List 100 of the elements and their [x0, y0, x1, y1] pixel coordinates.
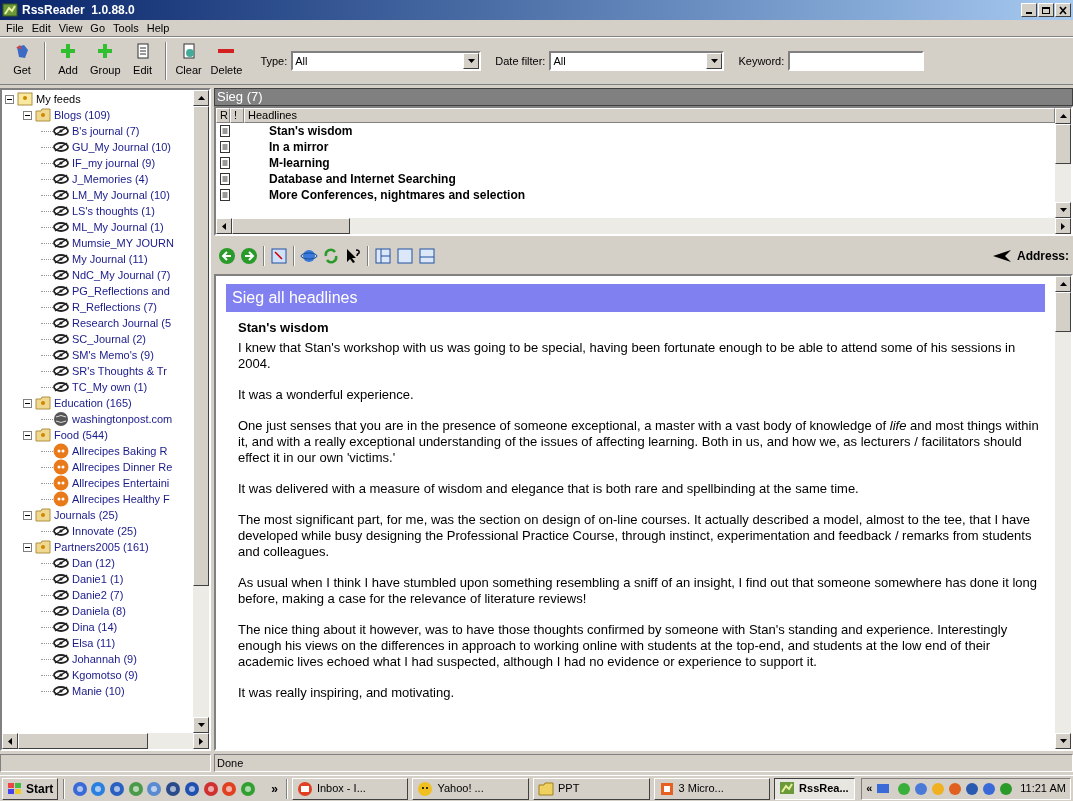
keyword-field[interactable]	[788, 51, 925, 71]
minimize-button[interactable]	[1021, 3, 1037, 17]
down-arrow-icon	[1059, 208, 1067, 212]
eye-icon	[53, 267, 69, 283]
tree-item[interactable]: SM's Memo's (9)	[72, 346, 154, 364]
tree-item[interactable]: Partners2005 (161)	[54, 538, 149, 556]
scrollbar[interactable]	[2, 733, 209, 749]
tree-item[interactable]: PG_Reflections and	[72, 282, 170, 300]
tree-item[interactable]: Food (544)	[54, 426, 108, 444]
tree-item[interactable]: Allrecipes Baking R	[72, 442, 168, 460]
menu-item[interactable]: Edit	[27, 19, 55, 37]
headline[interactable]: Stan's wisdom	[269, 122, 353, 140]
tree-item[interactable]: Elsa (11)	[72, 634, 116, 652]
expander-toggle[interactable]	[23, 110, 32, 120]
toolbar-button[interactable]: Clear	[170, 41, 207, 81]
menu-item[interactable]: Help	[142, 19, 174, 37]
tree-item[interactable]: SC_Journal (2)	[72, 330, 146, 348]
column-header[interactable]: R	[216, 108, 230, 123]
scrollbar-thumb[interactable]	[193, 106, 209, 586]
tree-item[interactable]: ML_My Journal (1)	[72, 218, 164, 236]
toolbar-button[interactable]: Group	[86, 41, 125, 81]
back-button[interactable]	[216, 246, 238, 266]
tree-item[interactable]: Danie1 (1)	[72, 570, 124, 588]
dropdown[interactable]: All	[291, 51, 482, 71]
more-button[interactable]: »	[271, 779, 278, 798]
tree-item[interactable]: SR's Thoughts & Tr	[72, 362, 167, 380]
tree-item[interactable]: IF_my journal (9)	[72, 154, 156, 172]
folder-icon	[35, 507, 51, 523]
eye-icon	[53, 123, 69, 139]
tree-item[interactable]: TC_My own (1)	[72, 378, 148, 396]
tray-expand-button[interactable]: «	[866, 780, 873, 797]
layout-button[interactable]	[394, 246, 416, 266]
maximize-button[interactable]	[1038, 3, 1054, 17]
toolbar-button[interactable]: Get	[4, 41, 40, 81]
tree-item[interactable]: B's journal (7)	[72, 122, 140, 140]
menu-item[interactable]: View	[54, 19, 87, 37]
taskbar-button[interactable]: RssRea...	[774, 777, 856, 800]
tree-item[interactable]: Kgomotso (9)	[72, 666, 139, 684]
taskbar-button[interactable]: Inbox - I...	[291, 777, 409, 800]
tree-item[interactable]: Daniela (8)	[72, 602, 126, 620]
tree-item[interactable]: R_Reflections (7)	[72, 298, 157, 316]
expander-toggle[interactable]	[23, 398, 32, 408]
tree-item[interactable]: Mumsie_MY JOURN	[72, 234, 174, 252]
menu-item[interactable]: File	[2, 19, 28, 37]
headline[interactable]: More Conferences, nightmares and selection	[269, 186, 526, 204]
column-header[interactable]: !	[230, 108, 244, 123]
tree-item[interactable]: Dan (12)	[72, 554, 115, 572]
tree-item[interactable]: Education (165)	[54, 394, 132, 412]
scrollbar-thumb[interactable]	[232, 218, 350, 234]
headline[interactable]: Database and Internet Searching	[269, 170, 456, 188]
toolbar-button[interactable]: Add	[50, 41, 86, 81]
tree-item[interactable]: LM_My Journal (10)	[72, 186, 170, 204]
tree-item[interactable]: Innovate (25)	[72, 522, 137, 540]
tree-item[interactable]: Manie (10)	[72, 682, 125, 700]
expander-toggle[interactable]	[23, 510, 32, 520]
tree-item[interactable]: Danie2 (7)	[72, 586, 124, 604]
menu-item[interactable]: Tools	[109, 19, 143, 37]
refresh-icon	[322, 247, 340, 265]
scrollbar[interactable]	[1055, 108, 1071, 218]
column-header[interactable]: Headlines	[244, 108, 1055, 123]
tree-item[interactable]: Allrecipes Healthy F	[72, 490, 170, 508]
menu-item[interactable]: Go	[86, 19, 110, 37]
layout-button[interactable]	[372, 246, 394, 266]
scrollbar-thumb[interactable]	[18, 733, 148, 749]
forward-button[interactable]	[238, 246, 260, 266]
tree-item[interactable]: Research Journal (5	[72, 314, 172, 332]
tree-item[interactable]: J_Memories (4)	[72, 170, 149, 188]
tree-item[interactable]: GU_My Journal (10)	[72, 138, 172, 156]
close-button[interactable]	[1055, 3, 1071, 17]
start-button[interactable]: Start	[2, 777, 59, 800]
headline[interactable]: M-learning	[269, 154, 330, 172]
tree-item[interactable]: Journals (25)	[54, 506, 119, 524]
tree-item[interactable]: My Journal (11)	[72, 250, 148, 268]
tree-item[interactable]: Johannah (9)	[72, 650, 137, 668]
article-paragraph: I knew that Stan's workshop with us was going to be special, having been fortunate enough to be able to attend some of his sessions in 2004.	[238, 339, 1017, 372]
layout-button[interactable]	[416, 246, 438, 266]
expander-toggle[interactable]	[23, 430, 32, 440]
taskbar-button[interactable]: PPT	[533, 777, 650, 800]
tree-item[interactable]: Blogs (109)	[54, 106, 111, 124]
taskbar-button[interactable]: Yahoo! ...	[412, 777, 529, 800]
tree-item[interactable]: My feeds	[36, 90, 81, 108]
tree-item[interactable]: Allrecipes Dinner Re	[72, 458, 173, 476]
tree-item[interactable]: Dina (14)	[72, 618, 118, 636]
scrollbar[interactable]	[193, 90, 209, 733]
dropdown[interactable]: All	[549, 51, 725, 71]
tree-item[interactable]: Allrecipes Entertaini	[72, 474, 170, 492]
expander-toggle[interactable]	[23, 542, 32, 552]
scrollbar-thumb[interactable]	[1055, 292, 1071, 332]
headline[interactable]: In a mirror	[269, 138, 329, 156]
scrollbar-thumb[interactable]	[1055, 124, 1071, 164]
toolbar-button[interactable]: Delete	[206, 41, 247, 81]
taskbar-button[interactable]: 3 Micro...	[653, 777, 771, 800]
scrollbar[interactable]	[216, 218, 1071, 234]
toolbar-button[interactable]: Edit	[124, 41, 161, 81]
tree-item[interactable]: NdC_My Journal (7)	[72, 266, 171, 284]
scrollbar[interactable]	[1055, 276, 1071, 749]
expander-toggle[interactable]	[5, 94, 14, 104]
tree-item[interactable]: LS's thoughts (1)	[72, 202, 155, 220]
tree-item[interactable]: washingtonpost.com	[72, 410, 173, 428]
eye-icon	[53, 619, 69, 635]
